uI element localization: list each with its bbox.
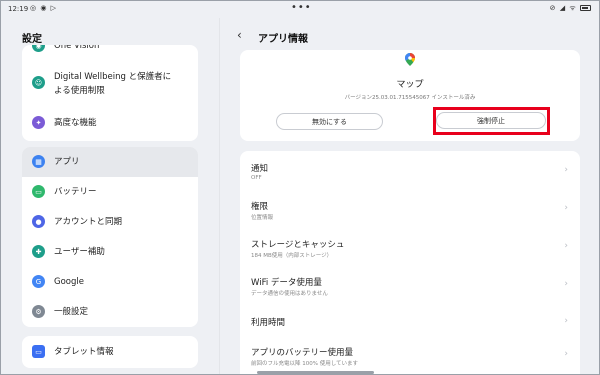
accessibility-icon: ✚	[32, 245, 45, 258]
account-icon: ●	[32, 215, 45, 228]
row-title: ストレージとキャッシュ	[251, 240, 345, 250]
row-wifi-data[interactable]: WiFi データ使用量 データ通信の使用はありません ›	[240, 265, 580, 303]
maps-pin-icon	[405, 53, 415, 66]
row-subtitle: 位置情報	[251, 215, 274, 221]
home-indicator[interactable]	[257, 371, 374, 374]
row-subtitle: データ通信の使用はありません	[251, 291, 328, 297]
sidebar-item-google[interactable]: G Google	[22, 267, 198, 297]
sidebar-item-battery[interactable]: ▭ バッテリー	[22, 177, 198, 207]
google-icon: G	[32, 275, 45, 288]
sidebar-item-label: アカウントと同期	[54, 217, 123, 227]
sidebar-item-label-line2: よる使用制限	[54, 86, 105, 96]
row-app-battery[interactable]: アプリのバッテリー使用量 前回のフル充電以降 100% 使用しています ›	[240, 337, 580, 374]
sidebar-item-advanced[interactable]: ✦ 高度な機能	[22, 115, 198, 131]
settings-group-2: ▦ アプリ ▭ バッテリー ● アカウントと同期 ✚ ユーザー補助 G Goog…	[22, 147, 198, 327]
back-arrow-icon[interactable]: ‹	[237, 28, 242, 42]
wellbeing-icon: ☺	[32, 76, 45, 89]
sidebar-item-one-vision[interactable]: ◉ One Vision	[22, 45, 198, 53]
chevron-right-icon: ›	[564, 241, 568, 251]
sidebar-item-label: ユーザー補助	[54, 247, 105, 257]
sidebar-item-account[interactable]: ● アカウントと同期	[22, 207, 198, 237]
settings-group-3: ▭ タブレット情報	[22, 336, 198, 368]
battery-status-icon	[580, 5, 591, 11]
row-subtitle: 184 MB使用（内部ストレージ）	[251, 253, 333, 259]
app-version: バージョン25.03.01.715545067 インストール済み	[344, 95, 476, 101]
sidebar-item-label: Google	[54, 277, 84, 287]
settings-title: 設定	[22, 34, 42, 45]
vision-icon: ◉	[32, 45, 45, 52]
settings-group-1: ◉ One Vision ☺ Digital Wellbeing と保護者に よ…	[22, 45, 198, 141]
sidebar-item-wellbeing[interactable]: ☺ Digital Wellbeing と保護者に よる使用制限	[22, 67, 198, 99]
row-storage[interactable]: ストレージとキャッシュ 184 MB使用（内部ストレージ） ›	[240, 227, 580, 265]
row-screen-time[interactable]: 利用時間 ›	[240, 303, 580, 337]
sidebar-item-general[interactable]: ⚙ 一般設定	[22, 297, 198, 327]
sidebar-item-label: 一般設定	[54, 307, 89, 317]
tablet-screen: 12:19 ◎ ◉ ▷ ••• ⊘ ◢ ᯤ 設定 ◉ One Vision ☺ …	[0, 0, 600, 375]
status-icons: ⊘ ◢ ᯤ	[549, 4, 577, 12]
force-stop-highlight-frame	[433, 107, 550, 135]
chevron-right-icon: ›	[564, 203, 568, 213]
row-title: WiFi データ使用量	[251, 278, 322, 288]
sidebar-item-label: アプリ	[54, 157, 80, 167]
chevron-right-icon: ›	[564, 316, 568, 326]
sidebar-item-tablet-info[interactable]: ▭ タブレット情報	[22, 336, 198, 368]
chevron-right-icon: ›	[564, 165, 568, 175]
row-title: 権限	[251, 202, 269, 212]
row-title: アプリのバッテリー使用量	[251, 348, 354, 358]
sidebar-item-label: Digital Wellbeing と保護者に	[54, 72, 172, 82]
battery-icon: ▭	[32, 185, 45, 198]
row-notifications[interactable]: 通知 OFF ›	[240, 151, 580, 189]
system-status-icons: ⊘ ◢ ᯤ	[550, 4, 591, 13]
disable-button[interactable]: 無効にする	[276, 113, 383, 130]
sidebar-item-apps[interactable]: ▦ アプリ	[22, 147, 198, 177]
sidebar-item-label: タブレット情報	[54, 347, 114, 357]
row-title: 利用時間	[251, 318, 286, 328]
sidebar-item-label: 高度な機能	[54, 118, 97, 128]
advanced-icon: ✦	[32, 116, 45, 129]
row-title: 通知	[251, 164, 269, 174]
row-subtitle: 前回のフル充電以降 100% 使用しています	[251, 361, 359, 367]
gear-icon: ⚙	[32, 305, 45, 318]
notification-icons: ◎ ◉ ▷	[30, 4, 58, 12]
row-subtitle: OFF	[251, 175, 262, 181]
more-dots-icon[interactable]: •••	[291, 2, 312, 13]
status-time: 12:19	[8, 5, 29, 13]
app-settings-list: 通知 OFF › 権限 位置情報 › ストレージとキャッシュ 184 MB使用（…	[240, 151, 580, 374]
sidebar-item-label: One Vision	[54, 45, 100, 51]
chevron-right-icon: ›	[564, 349, 568, 359]
app-name: マップ	[396, 80, 424, 90]
tablet-icon: ▭	[32, 345, 45, 358]
sidebar-item-accessibility[interactable]: ✚ ユーザー補助	[22, 237, 198, 267]
page-title: アプリ情報	[258, 34, 308, 45]
apps-icon: ▦	[32, 155, 45, 168]
chevron-right-icon: ›	[564, 279, 568, 289]
status-bar: 12:19 ◎ ◉ ▷ ••• ⊘ ◢ ᯤ	[1, 1, 599, 17]
row-permissions[interactable]: 権限 位置情報 ›	[240, 189, 580, 227]
pane-divider	[219, 18, 220, 374]
sidebar-item-label: バッテリー	[54, 187, 97, 197]
